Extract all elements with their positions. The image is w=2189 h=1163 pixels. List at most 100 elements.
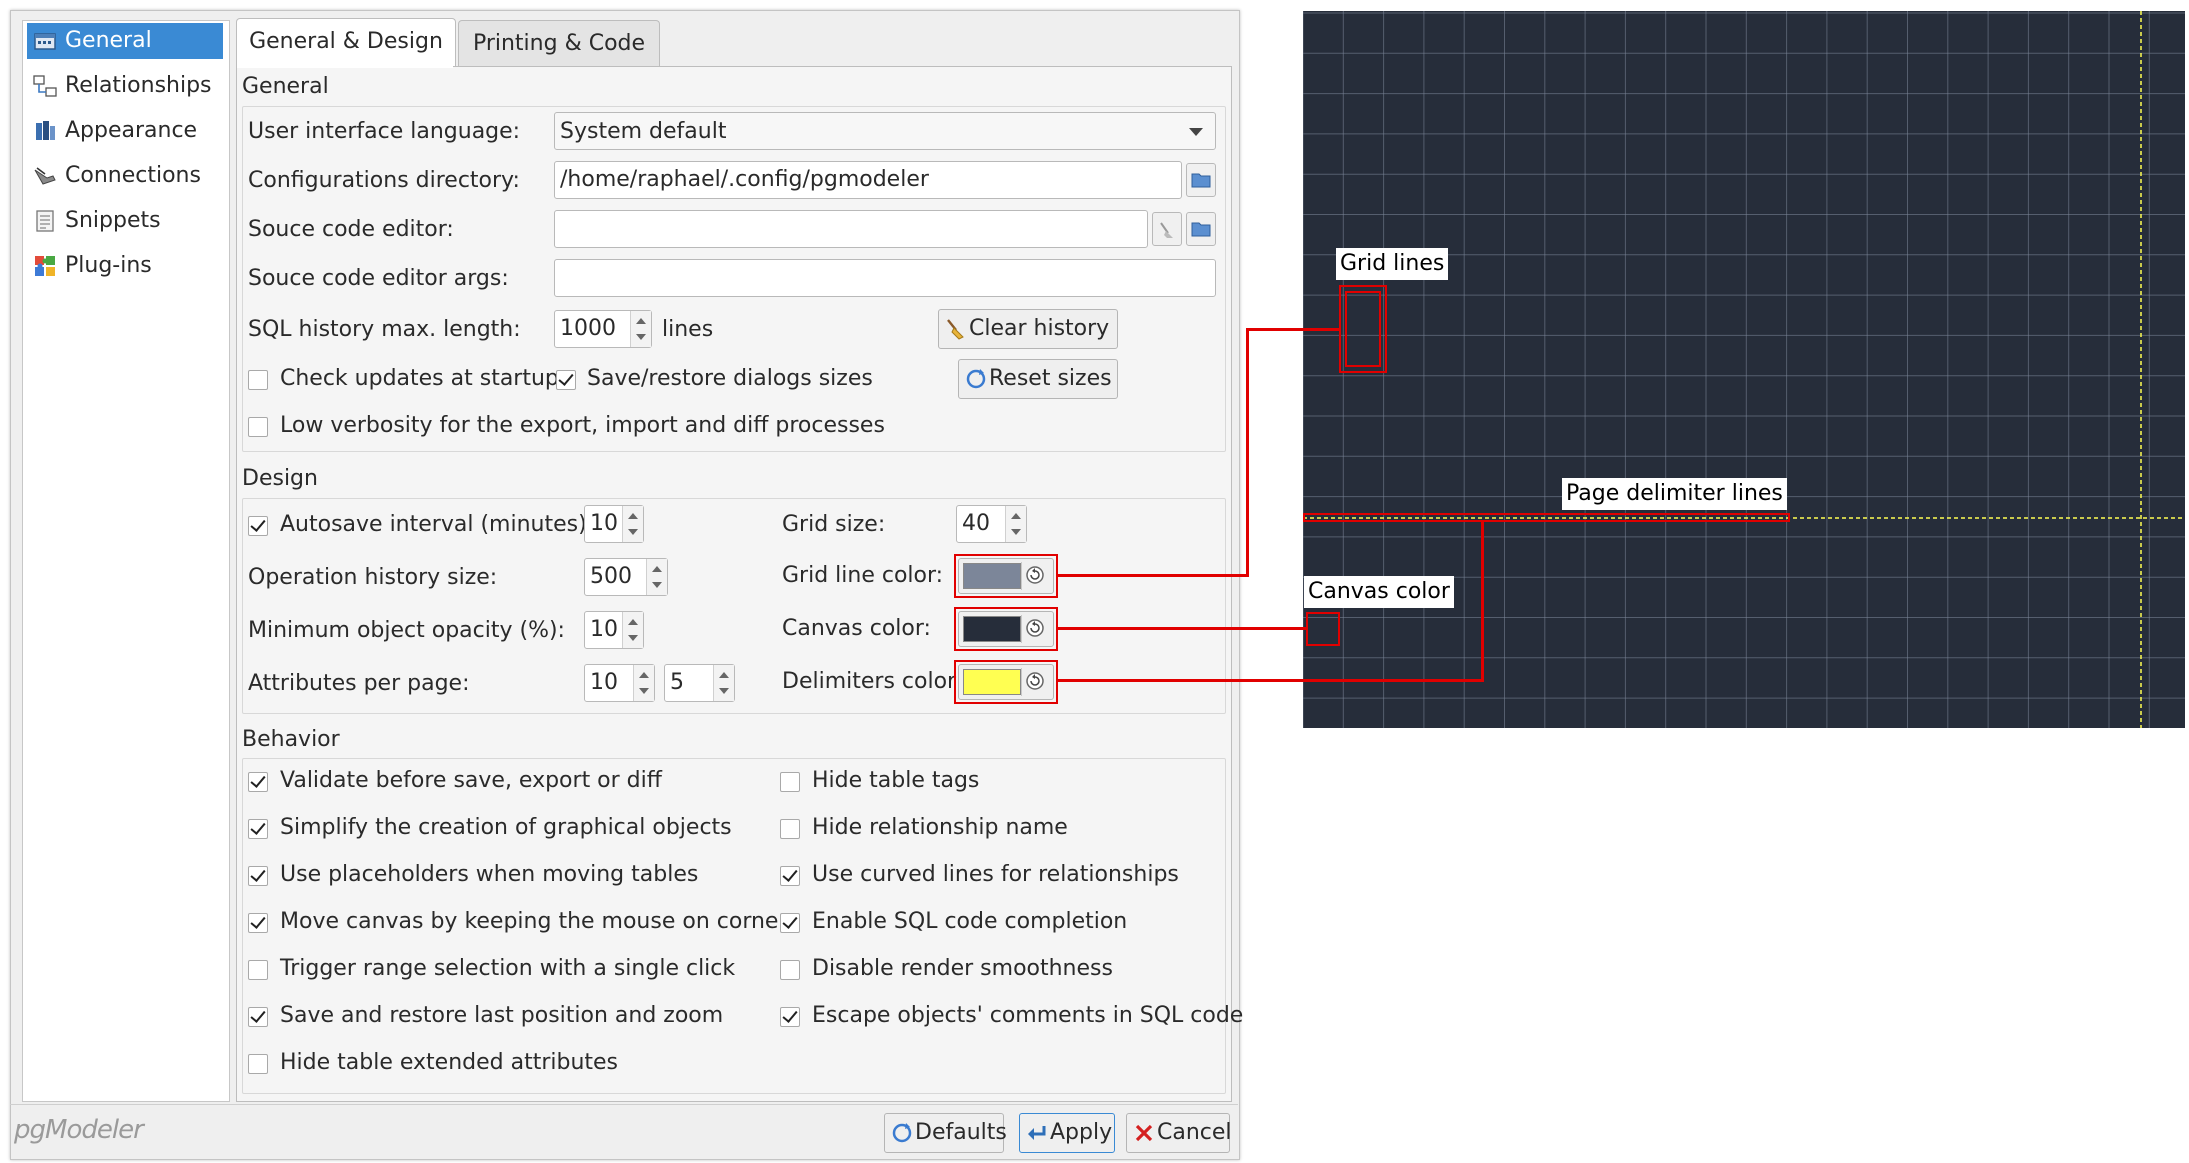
sidebar-item-label: Appearance xyxy=(65,118,198,143)
tab-printing-code[interactable]: Printing & Code xyxy=(458,20,660,69)
behavior-left-checkbox-0[interactable] xyxy=(248,772,268,792)
browse-source-editor-button[interactable] xyxy=(1186,212,1216,246)
sidebar-item-appearance[interactable]: Appearance xyxy=(27,113,223,149)
save-dialogs-checkbox[interactable] xyxy=(556,370,576,390)
behavior-right-checkbox-3[interactable] xyxy=(780,913,800,933)
apply-label: Apply xyxy=(1050,1120,1113,1145)
arrow-down-icon xyxy=(636,334,646,340)
behavior-right-checkbox-2[interactable] xyxy=(780,866,800,886)
cancel-button[interactable]: Cancel xyxy=(1126,1113,1232,1153)
settings-sidebar: General Relationships Appearance Connect… xyxy=(22,20,230,1102)
sidebar-item-relationships[interactable]: Relationships xyxy=(27,68,223,104)
behavior-left-checkbox-5[interactable] xyxy=(248,1007,268,1027)
behavior-left-checkbox-6[interactable] xyxy=(248,1054,268,1074)
clear-history-button[interactable]: Clear history xyxy=(938,309,1118,349)
sidebar-item-label: Plug-ins xyxy=(65,253,152,278)
delimiters-color-label: Delimiters color: xyxy=(782,669,964,694)
behavior-left-checkbox-2[interactable] xyxy=(248,866,268,886)
highlight-page-delimiter xyxy=(1303,513,1790,522)
sidebar-item-label: Snippets xyxy=(65,208,161,233)
behavior-left-checkbox-4[interactable] xyxy=(248,960,268,980)
low-verbosity-checkbox[interactable] xyxy=(248,417,268,437)
sidebar-item-connections[interactable]: Connections xyxy=(27,158,223,194)
defaults-button[interactable]: Defaults xyxy=(884,1113,1007,1153)
close-icon xyxy=(1135,1124,1153,1142)
spinbox-arrows[interactable] xyxy=(633,665,654,701)
spinbox-arrows[interactable] xyxy=(622,506,643,542)
canvas-grid xyxy=(1303,11,2185,728)
snippets-icon xyxy=(36,210,54,232)
source-editor-args-input[interactable] xyxy=(554,259,1216,297)
highlight-grid-cell-inner xyxy=(1345,291,1381,367)
check-updates-checkbox[interactable] xyxy=(248,370,268,390)
reset-sizes-label: Reset sizes xyxy=(989,366,1112,391)
autosave-checkbox[interactable] xyxy=(248,516,268,536)
reset-sizes-button[interactable]: Reset sizes xyxy=(958,359,1118,399)
autosave-value: 10 xyxy=(590,511,618,536)
highlight-canvas-sample xyxy=(1306,612,1340,646)
behavior-right-label-2: Use curved lines for relationships xyxy=(812,862,1179,887)
cancel-label: Cancel xyxy=(1157,1120,1232,1145)
browse-config-dir-button[interactable] xyxy=(1186,163,1216,197)
tab-label: Printing & Code xyxy=(472,31,646,56)
grid-size-spinbox[interactable]: 40 xyxy=(956,505,1027,543)
folder-icon xyxy=(1191,222,1211,237)
min-opacity-label: Minimum object opacity (%): xyxy=(248,618,565,643)
spinbox-arrows[interactable] xyxy=(622,612,643,648)
behavior-right-checkbox-5[interactable] xyxy=(780,1007,800,1027)
behavior-right-checkbox-4[interactable] xyxy=(780,960,800,980)
active-tab-joint xyxy=(237,64,453,68)
connector-grid-h1 xyxy=(1058,574,1249,577)
canvas-color-label: Canvas color: xyxy=(782,616,931,641)
spinbox-arrows[interactable] xyxy=(646,559,667,595)
min-opacity-spinbox[interactable]: 10 xyxy=(584,611,644,649)
relationships-icon xyxy=(33,75,57,97)
connector-grid-h2 xyxy=(1246,328,1341,331)
arrow-down-icon xyxy=(719,688,729,694)
refresh-icon xyxy=(966,369,986,389)
behavior-right-checkbox-0[interactable] xyxy=(780,772,800,792)
autosave-spinbox[interactable]: 10 xyxy=(584,505,644,543)
connector-grid-v xyxy=(1246,328,1249,577)
min-opacity-value: 10 xyxy=(590,617,618,642)
sidebar-item-general[interactable]: General xyxy=(27,23,223,59)
op-history-value: 500 xyxy=(590,564,632,589)
spinbox-arrows[interactable] xyxy=(713,665,734,701)
attrs-per-page-spinbox-1[interactable]: 10 xyxy=(584,664,655,702)
spinbox-arrows[interactable] xyxy=(630,311,651,347)
source-editor-input[interactable] xyxy=(554,210,1148,248)
canvas-preview xyxy=(1303,11,2185,728)
connections-icon xyxy=(34,167,56,185)
grid-size-label: Grid size: xyxy=(782,512,886,537)
attrs-per-page-value-2: 5 xyxy=(670,670,684,695)
arrow-up-icon xyxy=(628,619,638,625)
ui-language-select[interactable]: System default xyxy=(554,112,1216,150)
arrow-down-icon xyxy=(628,635,638,641)
behavior-right-label-0: Hide table tags xyxy=(812,768,980,793)
sidebar-item-snippets[interactable]: Snippets xyxy=(27,203,223,239)
sidebar-item-label: Connections xyxy=(65,163,201,188)
attrs-per-page-label: Attributes per page: xyxy=(248,671,470,696)
sidebar-item-plugins[interactable]: Plug-ins xyxy=(27,248,223,284)
apply-button[interactable]: Apply xyxy=(1019,1113,1115,1153)
arrow-down-icon xyxy=(652,582,662,588)
eraser-icon xyxy=(1160,222,1173,238)
attrs-per-page-spinbox-2[interactable]: 5 xyxy=(664,664,735,702)
behavior-right-label-3: Enable SQL code completion xyxy=(812,909,1128,934)
source-editor-args-label: Souce code editor args: xyxy=(248,266,509,291)
tab-general-design[interactable]: General & Design xyxy=(236,18,456,69)
behavior-left-checkbox-1[interactable] xyxy=(248,819,268,839)
ui-language-label: User interface language: xyxy=(248,119,521,144)
behavior-right-checkbox-1[interactable] xyxy=(780,819,800,839)
op-history-spinbox[interactable]: 500 xyxy=(584,558,668,596)
section-title-design: Design xyxy=(242,466,318,491)
arrow-down-icon xyxy=(1011,529,1021,535)
sidebar-item-label: General xyxy=(65,28,152,53)
sql-history-spinbox[interactable]: 1000 xyxy=(554,310,652,348)
sql-history-value: 1000 xyxy=(560,316,616,341)
behavior-left-checkbox-3[interactable] xyxy=(248,913,268,933)
clear-source-editor-button[interactable] xyxy=(1152,212,1182,246)
spinbox-arrows[interactable] xyxy=(1005,506,1026,542)
config-dir-input[interactable]: /home/raphael/.config/pgmodeler xyxy=(554,161,1182,199)
clear-history-label: Clear history xyxy=(969,316,1110,341)
